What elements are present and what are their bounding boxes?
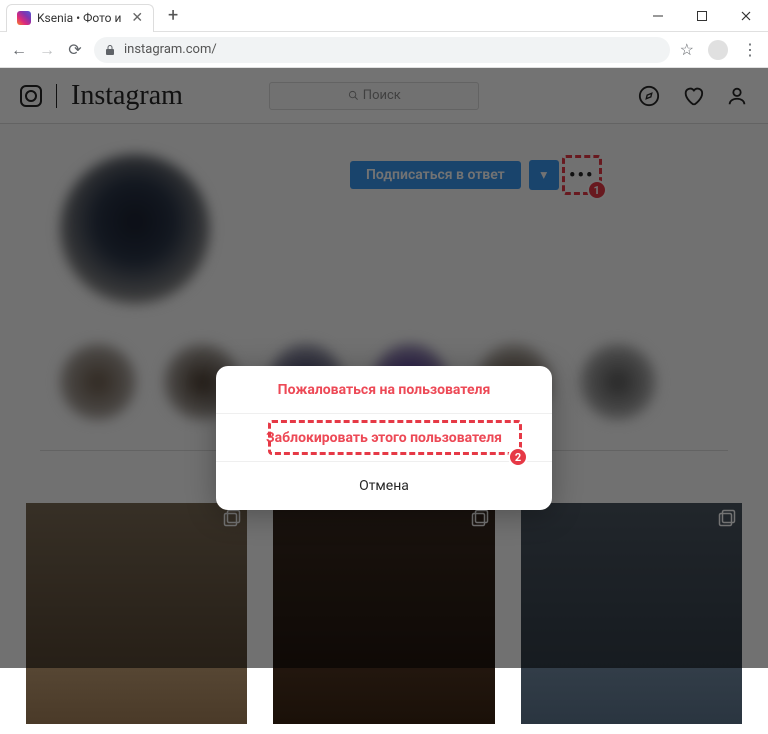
tab-title: Ksenia • Фото и	[37, 11, 121, 25]
browser-tab[interactable]: Ksenia • Фото и ✕	[6, 4, 154, 32]
browser-menu-icon[interactable]: ⋮	[742, 40, 758, 59]
close-tab-icon[interactable]: ✕	[131, 10, 143, 26]
instagram-favicon	[17, 11, 31, 25]
back-button[interactable]: ←	[10, 40, 28, 60]
forward-button[interactable]: →	[38, 40, 56, 60]
page-content: Instagram Поиск Подписаться в ответ ▾ ••…	[0, 68, 768, 668]
url-text: instagram.com/	[124, 42, 217, 57]
address-bar: ← → ⟳ instagram.com/ ☆ ⋮	[0, 32, 768, 68]
block-user-button[interactable]: Заблокировать этого пользователя 2	[216, 414, 552, 462]
profile-avatar-icon[interactable]	[708, 40, 728, 60]
bookmark-star-icon[interactable]: ☆	[680, 40, 694, 59]
window-controls	[636, 0, 768, 32]
reload-button[interactable]: ⟳	[66, 40, 84, 59]
options-modal: Пожаловаться на пользователя Заблокирова…	[216, 366, 552, 510]
close-window-button[interactable]	[724, 0, 768, 32]
cancel-label: Отмена	[359, 478, 409, 494]
url-field[interactable]: instagram.com/	[94, 37, 670, 63]
lock-icon	[104, 44, 116, 56]
maximize-button[interactable]	[680, 0, 724, 32]
new-tab-button[interactable]: +	[160, 3, 186, 29]
cancel-button[interactable]: Отмена	[216, 462, 552, 510]
report-user-label: Пожаловаться на пользователя	[278, 382, 491, 398]
window-titlebar: Ksenia • Фото и ✕ +	[0, 0, 768, 32]
minimize-button[interactable]	[636, 0, 680, 32]
report-user-button[interactable]: Пожаловаться на пользователя	[216, 366, 552, 414]
tab-strip: Ksenia • Фото и ✕ +	[0, 0, 186, 31]
block-user-label: Заблокировать этого пользователя	[266, 430, 502, 446]
